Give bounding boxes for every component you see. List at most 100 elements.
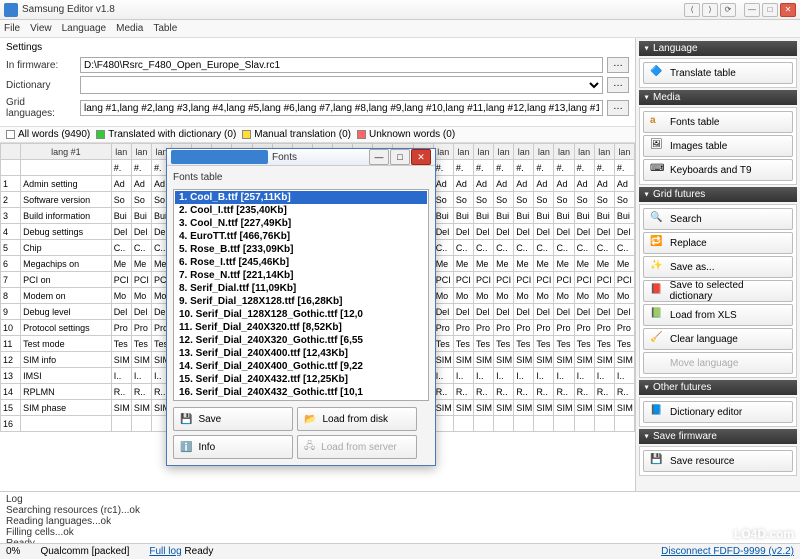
- disk-icon: 💾: [650, 454, 664, 468]
- font-item[interactable]: 1. Cool_B.ttf [257,11Kb]: [175, 191, 427, 204]
- watermark: LO4D.com: [734, 527, 794, 541]
- firmware-browse-button[interactable]: …: [607, 57, 629, 73]
- translate-table-button[interactable]: 🔷Translate table: [643, 62, 793, 84]
- full-log-link[interactable]: Full log: [149, 546, 181, 557]
- filter-unknown-label: Unknown words (0): [369, 129, 455, 140]
- nav-back-icon[interactable]: ⟨: [684, 3, 700, 17]
- dialog-titlebar[interactable]: Fonts — □ ✕: [167, 149, 435, 166]
- gridlang-input[interactable]: [80, 100, 603, 116]
- dialog-maximize[interactable]: □: [390, 149, 410, 165]
- menu-media[interactable]: Media: [116, 23, 143, 34]
- panel-media-header[interactable]: Media: [639, 90, 797, 105]
- search-icon: 🔍: [650, 212, 664, 226]
- menu-file[interactable]: File: [4, 23, 20, 34]
- minimize-button[interactable]: —: [744, 3, 760, 17]
- titlebar: Samsung Editor v1.8 ⟨ ⟩ ⟳ — □ ✕: [0, 0, 800, 20]
- font-item[interactable]: 16. Serif_Dial_240X432_Gothic.ttf [10,1: [175, 386, 427, 399]
- font-item[interactable]: 14. Serif_Dial_240X400_Gothic.ttf [9,22: [175, 360, 427, 373]
- filter-manual-label: Manual translation (0): [254, 129, 351, 140]
- translate-icon: 🔷: [650, 66, 664, 80]
- font-item[interactable]: 5. Rose_B.ttf [233,09Kb]: [175, 243, 427, 256]
- filter-manual-check[interactable]: [242, 130, 251, 139]
- font-item[interactable]: 9. Serif_Dial_128X128.ttf [16,28Kb]: [175, 295, 427, 308]
- search-button[interactable]: 🔍Search: [643, 208, 793, 230]
- info-icon: ℹ️: [180, 442, 192, 453]
- dict-icon: 📘: [650, 405, 664, 419]
- col-lang1: lang #1: [21, 144, 112, 160]
- dictionary-label: Dictionary: [6, 80, 76, 91]
- images-table-button[interactable]: 🖼Images table: [643, 135, 793, 157]
- dialog-close[interactable]: ✕: [411, 149, 431, 165]
- font-item[interactable]: 10. Serif_Dial_128X128_Gothic.ttf [12,0: [175, 308, 427, 321]
- filter-all-check[interactable]: [6, 130, 15, 139]
- dictionary-browse-button[interactable]: …: [607, 77, 629, 93]
- maximize-button[interactable]: □: [762, 3, 778, 17]
- dictionary-editor-button[interactable]: 📘Dictionary editor: [643, 401, 793, 423]
- font-item[interactable]: 7. Rose_N.ttf [221,14Kb]: [175, 269, 427, 282]
- font-item[interactable]: 13. Serif_Dial_240X400.ttf [12,43Kb]: [175, 347, 427, 360]
- folder-icon: 📂: [304, 414, 316, 425]
- menubar: File View Language Media Table: [0, 20, 800, 38]
- device-link[interactable]: FDFD-9999 (v2.2): [713, 546, 794, 557]
- save-resource-button[interactable]: 💾Save resource: [643, 450, 793, 472]
- save-dict-button[interactable]: 📕Save to selected dictionary: [643, 280, 793, 302]
- window-title: Samsung Editor v1.8: [22, 4, 684, 15]
- panel-other-header[interactable]: Other futures: [639, 380, 797, 395]
- dialog-minimize[interactable]: —: [369, 149, 389, 165]
- dialog-save-button[interactable]: 💾Save: [173, 407, 293, 431]
- replace-button[interactable]: 🔁Replace: [643, 232, 793, 254]
- replace-icon: 🔁: [650, 236, 664, 250]
- font-item[interactable]: 4. EuroTT.ttf [466,76Kb]: [175, 230, 427, 243]
- log-label: Log: [6, 494, 794, 505]
- font-item[interactable]: 6. Rose_I.ttf [245,46Kb]: [175, 256, 427, 269]
- book-icon: 📕: [650, 284, 664, 298]
- app-icon: [4, 3, 18, 17]
- load-xls-button[interactable]: 📗Load from XLS: [643, 304, 793, 326]
- filter-all-label: All words (9490): [18, 129, 90, 140]
- keyboard-icon: ⌨: [650, 163, 664, 177]
- menu-view[interactable]: View: [30, 23, 52, 34]
- disconnect-link[interactable]: Disconnect: [661, 546, 710, 557]
- wand-icon: ✨: [650, 260, 664, 274]
- server-icon: 🖧: [304, 439, 315, 456]
- dictionary-select[interactable]: [80, 76, 603, 94]
- firmware-label: In firmware:: [6, 60, 76, 71]
- filter-unknown-check[interactable]: [357, 130, 366, 139]
- filter-translated-check[interactable]: [96, 130, 105, 139]
- font-item[interactable]: 8. Serif_Dial.ttf [11,09Kb]: [175, 282, 427, 295]
- dialog-info-button[interactable]: ℹ️Info: [173, 435, 293, 459]
- fonts-list[interactable]: 1. Cool_B.ttf [257,11Kb]2. Cool_I.ttf [2…: [173, 189, 429, 401]
- dialog-load-disk-button[interactable]: 📂Load from disk: [297, 407, 417, 431]
- close-button[interactable]: ✕: [780, 3, 796, 17]
- fonts-table-button[interactable]: aFonts table: [643, 111, 793, 133]
- images-icon: 🖼: [650, 139, 664, 153]
- font-item[interactable]: 3. Cool_N.ttf [227,49Kb]: [175, 217, 427, 230]
- font-item[interactable]: 15. Serif_Dial_240X432.ttf [12,25Kb]: [175, 373, 427, 386]
- panel-language-header[interactable]: Language: [639, 41, 797, 56]
- fonts-dialog: Fonts — □ ✕ Fonts table 1. Cool_B.ttf [2…: [166, 148, 436, 466]
- status-bar: 0% Qualcomm [packed] Full log Ready Disc…: [0, 543, 800, 559]
- move-lang-button: Move language: [643, 352, 793, 374]
- refresh-icon[interactable]: ⟳: [720, 3, 736, 17]
- dialog-title: Fonts: [272, 152, 369, 163]
- font-item[interactable]: 2. Cool_I.ttf [235,40Kb]: [175, 204, 427, 217]
- panel-grid-header[interactable]: Grid futures: [639, 187, 797, 202]
- nav-fwd-icon[interactable]: ⟩: [702, 3, 718, 17]
- eraser-icon: 🧹: [650, 332, 664, 346]
- font-item[interactable]: 11. Serif_Dial_240X320.ttf [8,52Kb]: [175, 321, 427, 334]
- clear-lang-button[interactable]: 🧹Clear language: [643, 328, 793, 350]
- log-line: Searching resources (rc1)...ok: [6, 505, 794, 516]
- log-panel: Log Searching resources (rc1)...ok Readi…: [0, 491, 800, 543]
- firmware-input[interactable]: [80, 57, 603, 73]
- status-chip: Qualcomm [packed]: [40, 546, 129, 557]
- font-item[interactable]: 12. Serif_Dial_240X320_Gothic.ttf [6,55: [175, 334, 427, 347]
- menu-language[interactable]: Language: [62, 23, 107, 34]
- menu-table[interactable]: Table: [153, 23, 177, 34]
- panel-save-header[interactable]: Save firmware: [639, 429, 797, 444]
- gridlang-browse-button[interactable]: …: [607, 100, 629, 116]
- keyboards-button[interactable]: ⌨Keyboards and T9: [643, 159, 793, 181]
- dialog-load-server-button: 🖧Load from server: [297, 435, 417, 459]
- filter-bar: All words (9490) Translated with diction…: [0, 126, 635, 143]
- saveas-button[interactable]: ✨Save as...: [643, 256, 793, 278]
- fonts-icon: a: [650, 115, 664, 129]
